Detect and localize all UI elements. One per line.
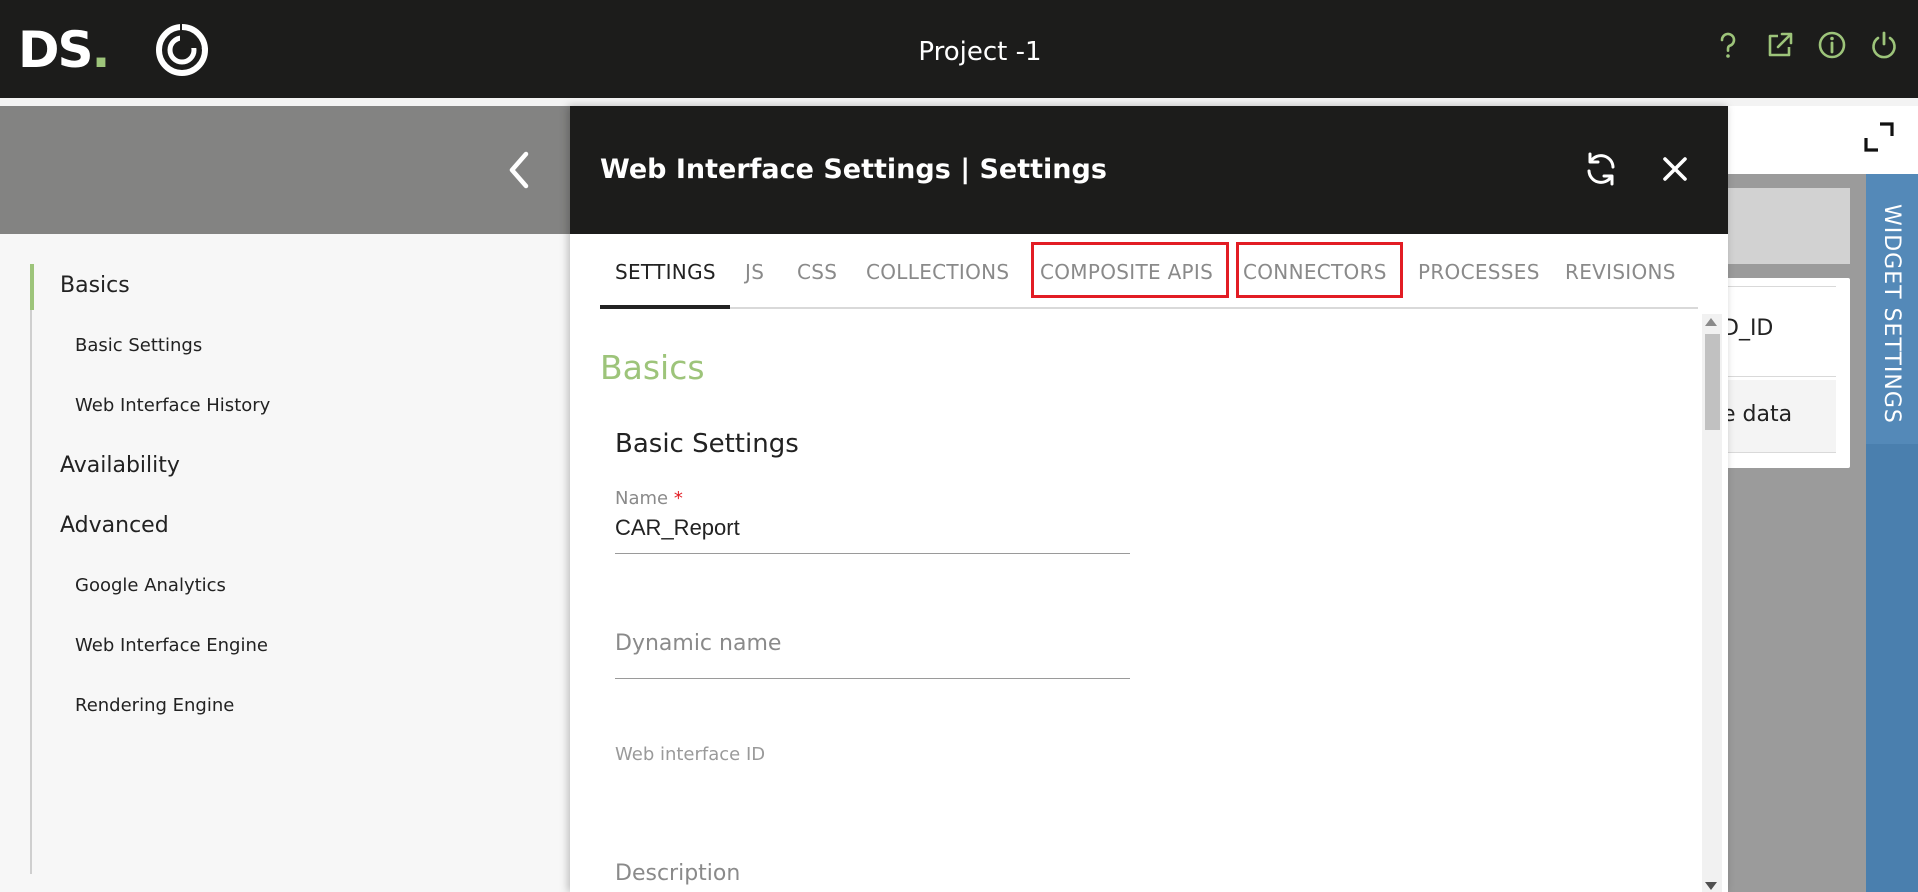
widget-settings-tab-label: WIDGET SETTINGS [1879,204,1904,424]
tab-collections[interactable]: COLLECTIONS [866,258,1009,286]
required-marker: * [673,488,683,509]
info-icon[interactable] [1816,28,1848,62]
sidebar-item-basic-settings[interactable]: Basic Settings [75,335,202,357]
canvas-card-header [1726,188,1850,264]
chevron-left-icon[interactable] [502,150,536,190]
modal-title: Web Interface Settings | Settings [600,154,1107,185]
tabs-divider [600,307,1698,309]
scroll-down-arrow-icon[interactable] [1705,882,1717,890]
sidebar-item-web-interface-engine[interactable]: Web Interface Engine [75,635,268,657]
canvas-card-divider [1726,376,1836,377]
tab-css[interactable]: CSS [797,258,837,286]
dynamic-name-underline [615,678,1130,679]
header-divider [0,98,1918,106]
name-input[interactable]: CAR_Report [615,514,740,542]
power-icon[interactable] [1868,28,1900,62]
active-tab-indicator [600,305,730,309]
tab-settings[interactable]: SETTINGS [615,258,716,286]
close-icon[interactable] [1658,152,1692,186]
sidebar-item-advanced[interactable]: Advanced [60,513,169,539]
header-actions [1712,28,1900,62]
canvas-card-divider [1726,286,1836,287]
web-interface-id-label: Web interface ID [615,744,766,765]
refresh-icon[interactable] [1582,150,1620,188]
tab-js[interactable]: JS [745,258,764,286]
canvas-card-row-text: e data [1722,402,1793,427]
external-link-icon[interactable] [1764,28,1796,62]
description-input[interactable]: Description [615,860,740,888]
sidebar-header [0,106,570,234]
tab-processes[interactable]: PROCESSES [1418,258,1540,286]
canvas-card-field-text: D_ID [1722,316,1774,341]
sidebar-active-indicator [30,264,34,310]
highlight-box-composite-apis [1031,242,1229,298]
section-title: Basics [600,348,705,387]
sidebar-rail [30,264,32,874]
sidebar-item-basics[interactable]: Basics [60,273,130,299]
project-title: Project -1 [918,37,1042,67]
sidebar-item-availability[interactable]: Availability [60,453,180,479]
subsection-title: Basic Settings [615,429,799,459]
dynamic-name-input[interactable]: Dynamic name [615,630,781,658]
help-icon[interactable] [1712,28,1744,62]
scrollbar-thumb[interactable] [1705,334,1720,430]
sidebar-item-google-analytics[interactable]: Google Analytics [75,575,226,597]
name-field-label: Name * [615,488,683,509]
scroll-up-arrow-icon[interactable] [1705,318,1717,326]
canvas-card-divider [1726,452,1836,453]
name-input-underline [615,553,1130,554]
tab-revisions[interactable]: REVISIONS [1565,258,1676,286]
highlight-box-connectors [1236,242,1403,298]
sidebar-item-web-interface-history[interactable]: Web Interface History [75,395,270,417]
sidebar [0,234,570,892]
expand-icon[interactable] [1862,120,1896,154]
sidebar-item-rendering-engine[interactable]: Rendering Engine [75,695,234,717]
